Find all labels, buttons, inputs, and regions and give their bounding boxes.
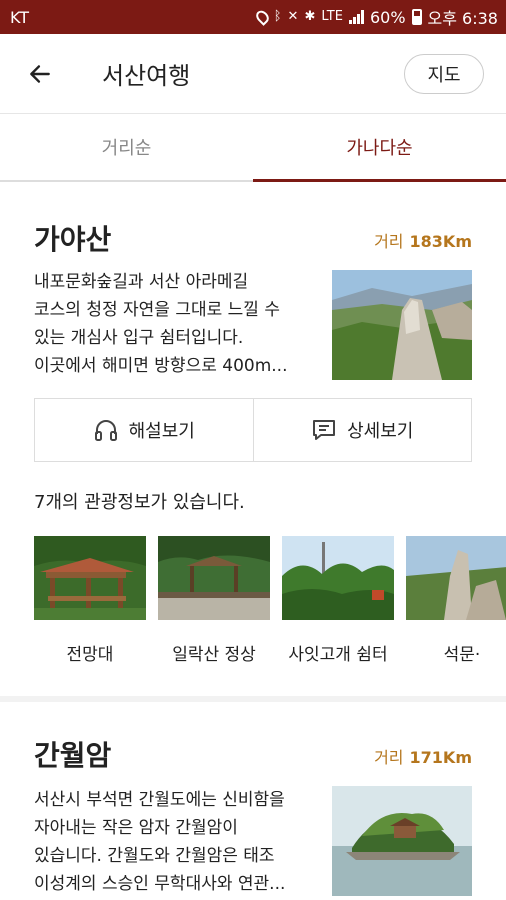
place-thumbnail[interactable] <box>332 786 472 896</box>
audio-guide-label: 해설보기 <box>128 421 195 442</box>
gallery-item[interactable]: 전망대 <box>34 536 146 666</box>
gallery-item[interactable]: 석문· <box>406 536 506 666</box>
place-description: 서산시 부석면 간월도에는 신비함을 자아내는 작은 암자 간월암이 있습니다.… <box>34 786 316 900</box>
distance-label: 거리 <box>374 748 404 767</box>
description-line: 이성계의 스승인 무학대사와 연관... <box>34 874 286 894</box>
app-header: 서산여행 지도 <box>0 34 506 114</box>
description-line: 내포문화숲길과 서산 아라메길 <box>34 272 249 292</box>
description-line: 있는 개심사 입구 쉼터입니다. <box>34 328 244 348</box>
attraction-gallery: 전망대 일락산 정상 사잇고개 쉼터 석문· <box>34 536 506 666</box>
place-name: 간월암 <box>34 739 112 772</box>
battery-icon <box>411 9 422 25</box>
mute-icon: ✕ <box>287 9 299 24</box>
page-title: 서산여행 <box>102 62 191 90</box>
mountain-photo <box>332 270 472 380</box>
location-icon <box>253 8 272 26</box>
battery-percent: 60% <box>369 7 406 27</box>
arrow-left-icon <box>30 64 50 83</box>
gallery-label: 전망대 <box>66 645 114 665</box>
back-button[interactable] <box>0 34 80 114</box>
headphones-icon <box>94 420 117 441</box>
gallery-item[interactable]: 일락산 정상 <box>158 536 270 666</box>
settings-icon: ✱ <box>304 9 316 24</box>
distance-value: 183Km <box>409 232 472 251</box>
gallery-image <box>282 536 394 620</box>
place-thumbnail[interactable] <box>332 270 472 380</box>
place-card[interactable]: 가야산 거리 183Km 내포문화숲길과 서산 아라메길 코스의 청정 자연을 그… <box>0 182 506 696</box>
clock: 오후 6:38 <box>427 9 498 28</box>
map-button[interactable]: 지도 <box>404 54 484 94</box>
description-line: 있습니다. 간월도와 간월암은 태조 <box>34 846 275 866</box>
description-line: 서산시 부석면 간월도에는 신비함을 <box>34 790 285 810</box>
info-count: 7개의 관광정보가 있습니다. <box>34 492 245 513</box>
gallery-image <box>406 536 506 620</box>
gallery-label: 석문· <box>443 645 481 665</box>
carrier-label: KT <box>10 7 30 27</box>
distance-value: 171Km <box>409 748 472 767</box>
network-label: LTE <box>321 9 343 24</box>
description-line: 이곳에서 해미면 방향으로 400m... <box>34 356 288 376</box>
bluetooth-icon: ᛒ <box>273 9 282 24</box>
detail-label: 상세보기 <box>347 421 414 442</box>
place-card[interactable]: 간월암 거리 171Km 서산시 부석면 간월도에는 신비함을 자아내는 작은 암… <box>0 702 506 900</box>
gallery-image <box>158 536 270 620</box>
place-description: 내포문화숲길과 서산 아라메길 코스의 청정 자연을 그대로 느낄 수 있는 개… <box>34 268 316 384</box>
place-distance: 거리 171Km <box>374 744 472 768</box>
detail-button[interactable]: 상세보기 <box>252 399 472 461</box>
gallery-image <box>34 536 146 620</box>
gallery-label: 사잇고개 쉼터 <box>288 645 388 665</box>
place-name: 가야산 <box>34 223 112 256</box>
audio-guide-button[interactable]: 해설보기 <box>35 399 253 461</box>
distance-label: 거리 <box>374 232 404 251</box>
island-temple-photo <box>332 786 472 896</box>
signal-icon <box>348 10 364 24</box>
place-distance: 거리 183Km <box>374 228 472 252</box>
description-line: 자아내는 작은 암자 간월암이 <box>34 818 238 838</box>
tab-distance[interactable]: 거리순 <box>0 114 253 180</box>
sort-tabs: 거리순 가나다순 <box>0 114 506 182</box>
tab-alphabetical[interactable]: 가나다순 <box>253 114 506 182</box>
status-bar: KT ᛒ ✕ ✱ LTE 60% 오후 6:38 <box>0 0 506 34</box>
message-icon <box>313 420 336 440</box>
action-row: 해설보기 상세보기 <box>34 398 472 462</box>
gallery-label: 일락산 정상 <box>172 645 256 665</box>
gallery-item[interactable]: 사잇고개 쉼터 <box>282 536 394 666</box>
description-line: 코스의 청정 자연을 그대로 느낄 수 <box>34 300 280 320</box>
